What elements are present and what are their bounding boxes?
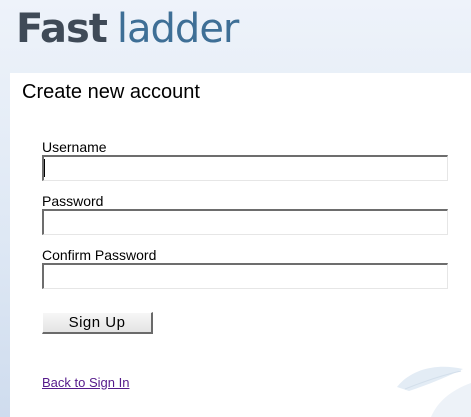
username-input[interactable]: [42, 155, 448, 181]
back-to-sign-in-link[interactable]: Back to Sign In: [42, 375, 129, 390]
password-input[interactable]: [42, 209, 448, 235]
confirm-password-input[interactable]: [42, 263, 448, 289]
logo-fast: Fast: [16, 6, 108, 52]
text-caret: [44, 159, 45, 177]
page-title: Create new account: [22, 81, 200, 103]
username-label: Username: [42, 139, 107, 155]
signup-panel: Create new account Username Password Con…: [10, 73, 471, 417]
password-label: Password: [42, 193, 104, 209]
logo-ladder: ladder: [116, 6, 239, 52]
leaf-decoration-icon: [397, 366, 471, 417]
sign-up-button[interactable]: Sign Up: [42, 312, 153, 334]
confirm-password-label: Confirm Password: [42, 247, 157, 263]
fastladder-logo: Fast ladder: [16, 4, 239, 54]
